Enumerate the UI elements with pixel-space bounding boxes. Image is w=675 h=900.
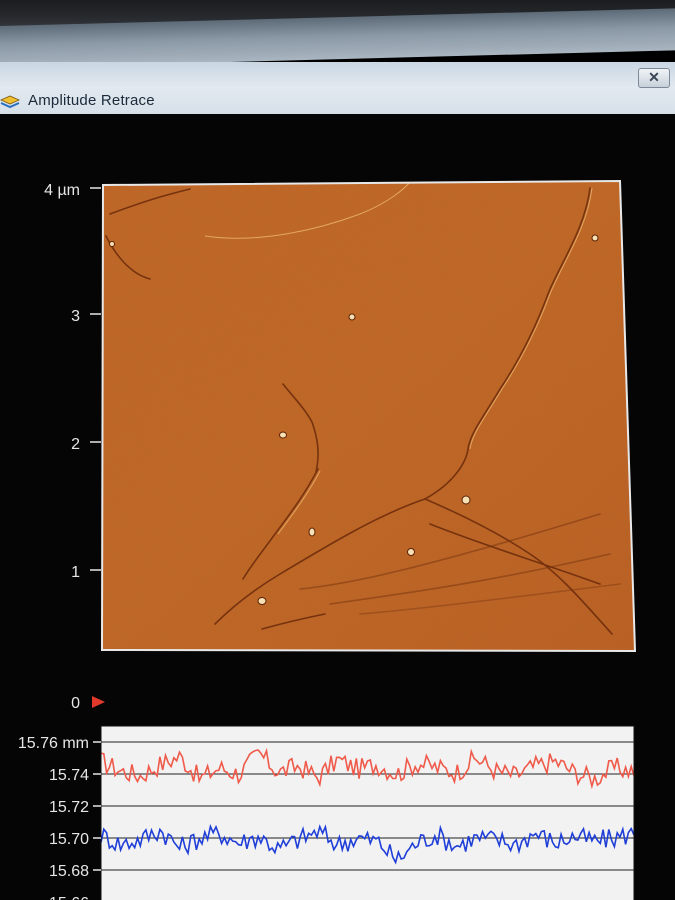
image-y-unit-label: 4 µm	[44, 182, 80, 199]
close-button[interactable]: ✕	[638, 68, 670, 88]
plot-y-tick-label: 15.68	[49, 863, 89, 880]
afm-amplitude-image[interactable]	[100, 174, 640, 682]
window-title: Amplitude Retrace	[28, 92, 155, 109]
plot-y-tick-label: 15.70	[49, 831, 89, 848]
close-icon: ✕	[648, 69, 660, 85]
amplitude-retrace-window: Amplitude Retrace ✕ 4 µm 3 2 1 0 15.76 m…	[0, 62, 675, 900]
image-y-tick-label: 1	[71, 564, 80, 581]
cross-section-plot[interactable]: 15.76 mm15.7415.7215.7015.6815.66 01234 …	[18, 725, 652, 900]
plot-y-axis: 15.76 mm 15.74 15.72 15.70 15.68 15.66	[18, 735, 101, 900]
window-titlebar[interactable]: Amplitude Retrace ✕	[0, 62, 675, 118]
origin-marker-icon[interactable]	[92, 696, 105, 708]
content-canvas: 4 µm 3 2 1 0 15.76 mm 15.74 15.72 15.70 15.6…	[18, 174, 652, 900]
photo-of-monitor: Amplitude Retrace ✕ 4 µm 3 2 1 0 15.76 m…	[0, 0, 675, 900]
plot-background	[101, 726, 634, 900]
plot-y-tick-label: 15.72	[49, 799, 89, 816]
layers-icon	[0, 95, 20, 109]
image-y-tick-label: 2	[71, 436, 80, 453]
afm-image-texture	[102, 181, 635, 651]
image-y-tick-label: 3	[71, 308, 80, 325]
plot-y-tick-label: 15.66	[49, 895, 89, 900]
plot-y-tick-label: 15.76 mm	[18, 735, 89, 752]
window-content: 4 µm 3 2 1 0 15.76 mm 15.74 15.72 15.70 15.6…	[0, 114, 675, 900]
plot-y-tick-label: 15.74	[49, 767, 89, 784]
image-y-tick-label: 0	[71, 695, 80, 712]
image-y-axis: 4 µm 3 2 1 0	[44, 182, 105, 712]
